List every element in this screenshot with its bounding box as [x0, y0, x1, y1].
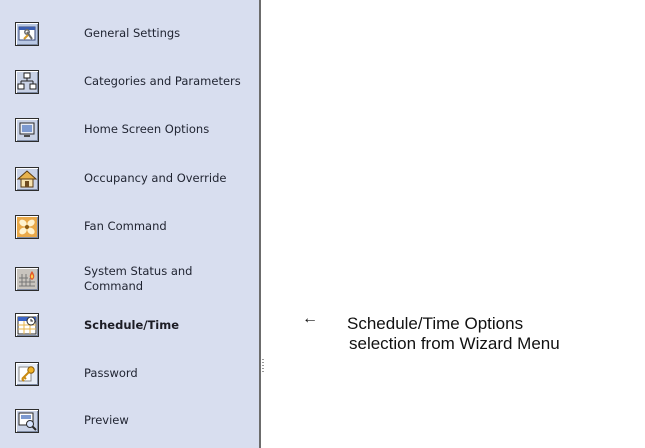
fan-icon: [15, 215, 39, 239]
menu-item-schedule-time[interactable]: Schedule/Time: [0, 306, 259, 346]
menu-item-categories-parameters[interactable]: Categories and Parameters: [0, 62, 259, 102]
preview-icon: [15, 409, 39, 433]
menu-item-label: Home Screen Options: [84, 122, 210, 136]
home-screen-icon: [15, 118, 39, 142]
menu-item-password[interactable]: Password: [0, 354, 259, 394]
menu-item-label: Schedule/Time: [84, 318, 180, 332]
system-status-icon: [15, 267, 39, 291]
callout-line-1: Schedule/Time Options: [347, 314, 524, 333]
key-icon: [15, 362, 39, 386]
menu-item-home-screen-options[interactable]: Home Screen Options: [0, 110, 259, 150]
menu-item-label: Fan Command: [84, 219, 167, 233]
menu-item-preview[interactable]: Preview: [0, 401, 259, 441]
callout-line-2: selection from Wizard Menu: [349, 334, 560, 353]
wizard-screenshot: General Settings Categories and Paramete…: [0, 0, 645, 448]
calendar-clock-icon: [15, 313, 39, 337]
menu-item-label: Categories and Parameters: [84, 74, 241, 88]
wizard-menu: General Settings Categories and Paramete…: [0, 0, 261, 448]
menu-item-label: General Settings: [84, 26, 181, 40]
wrench-settings-icon: [15, 22, 39, 46]
splitter-grip[interactable]: [262, 359, 264, 373]
menu-item-label: Preview: [84, 413, 129, 427]
menu-item-fan-command[interactable]: Fan Command: [0, 207, 259, 247]
menu-item-system-status-command[interactable]: System Status and Command: [0, 257, 259, 301]
menu-item-occupancy-override[interactable]: Occupancy and Override: [0, 159, 259, 199]
hierarchy-icon: [15, 70, 39, 94]
menu-item-label: System Status and Command: [84, 264, 193, 293]
menu-item-label: Occupancy and Override: [84, 171, 227, 185]
menu-item-general-settings[interactable]: General Settings: [0, 14, 259, 54]
callout-arrow: ←: [302, 310, 318, 327]
callout-text: Schedule/Time Options selection from Wiz…: [347, 314, 560, 354]
menu-item-label: Password: [84, 366, 138, 380]
house-icon: [15, 167, 39, 191]
